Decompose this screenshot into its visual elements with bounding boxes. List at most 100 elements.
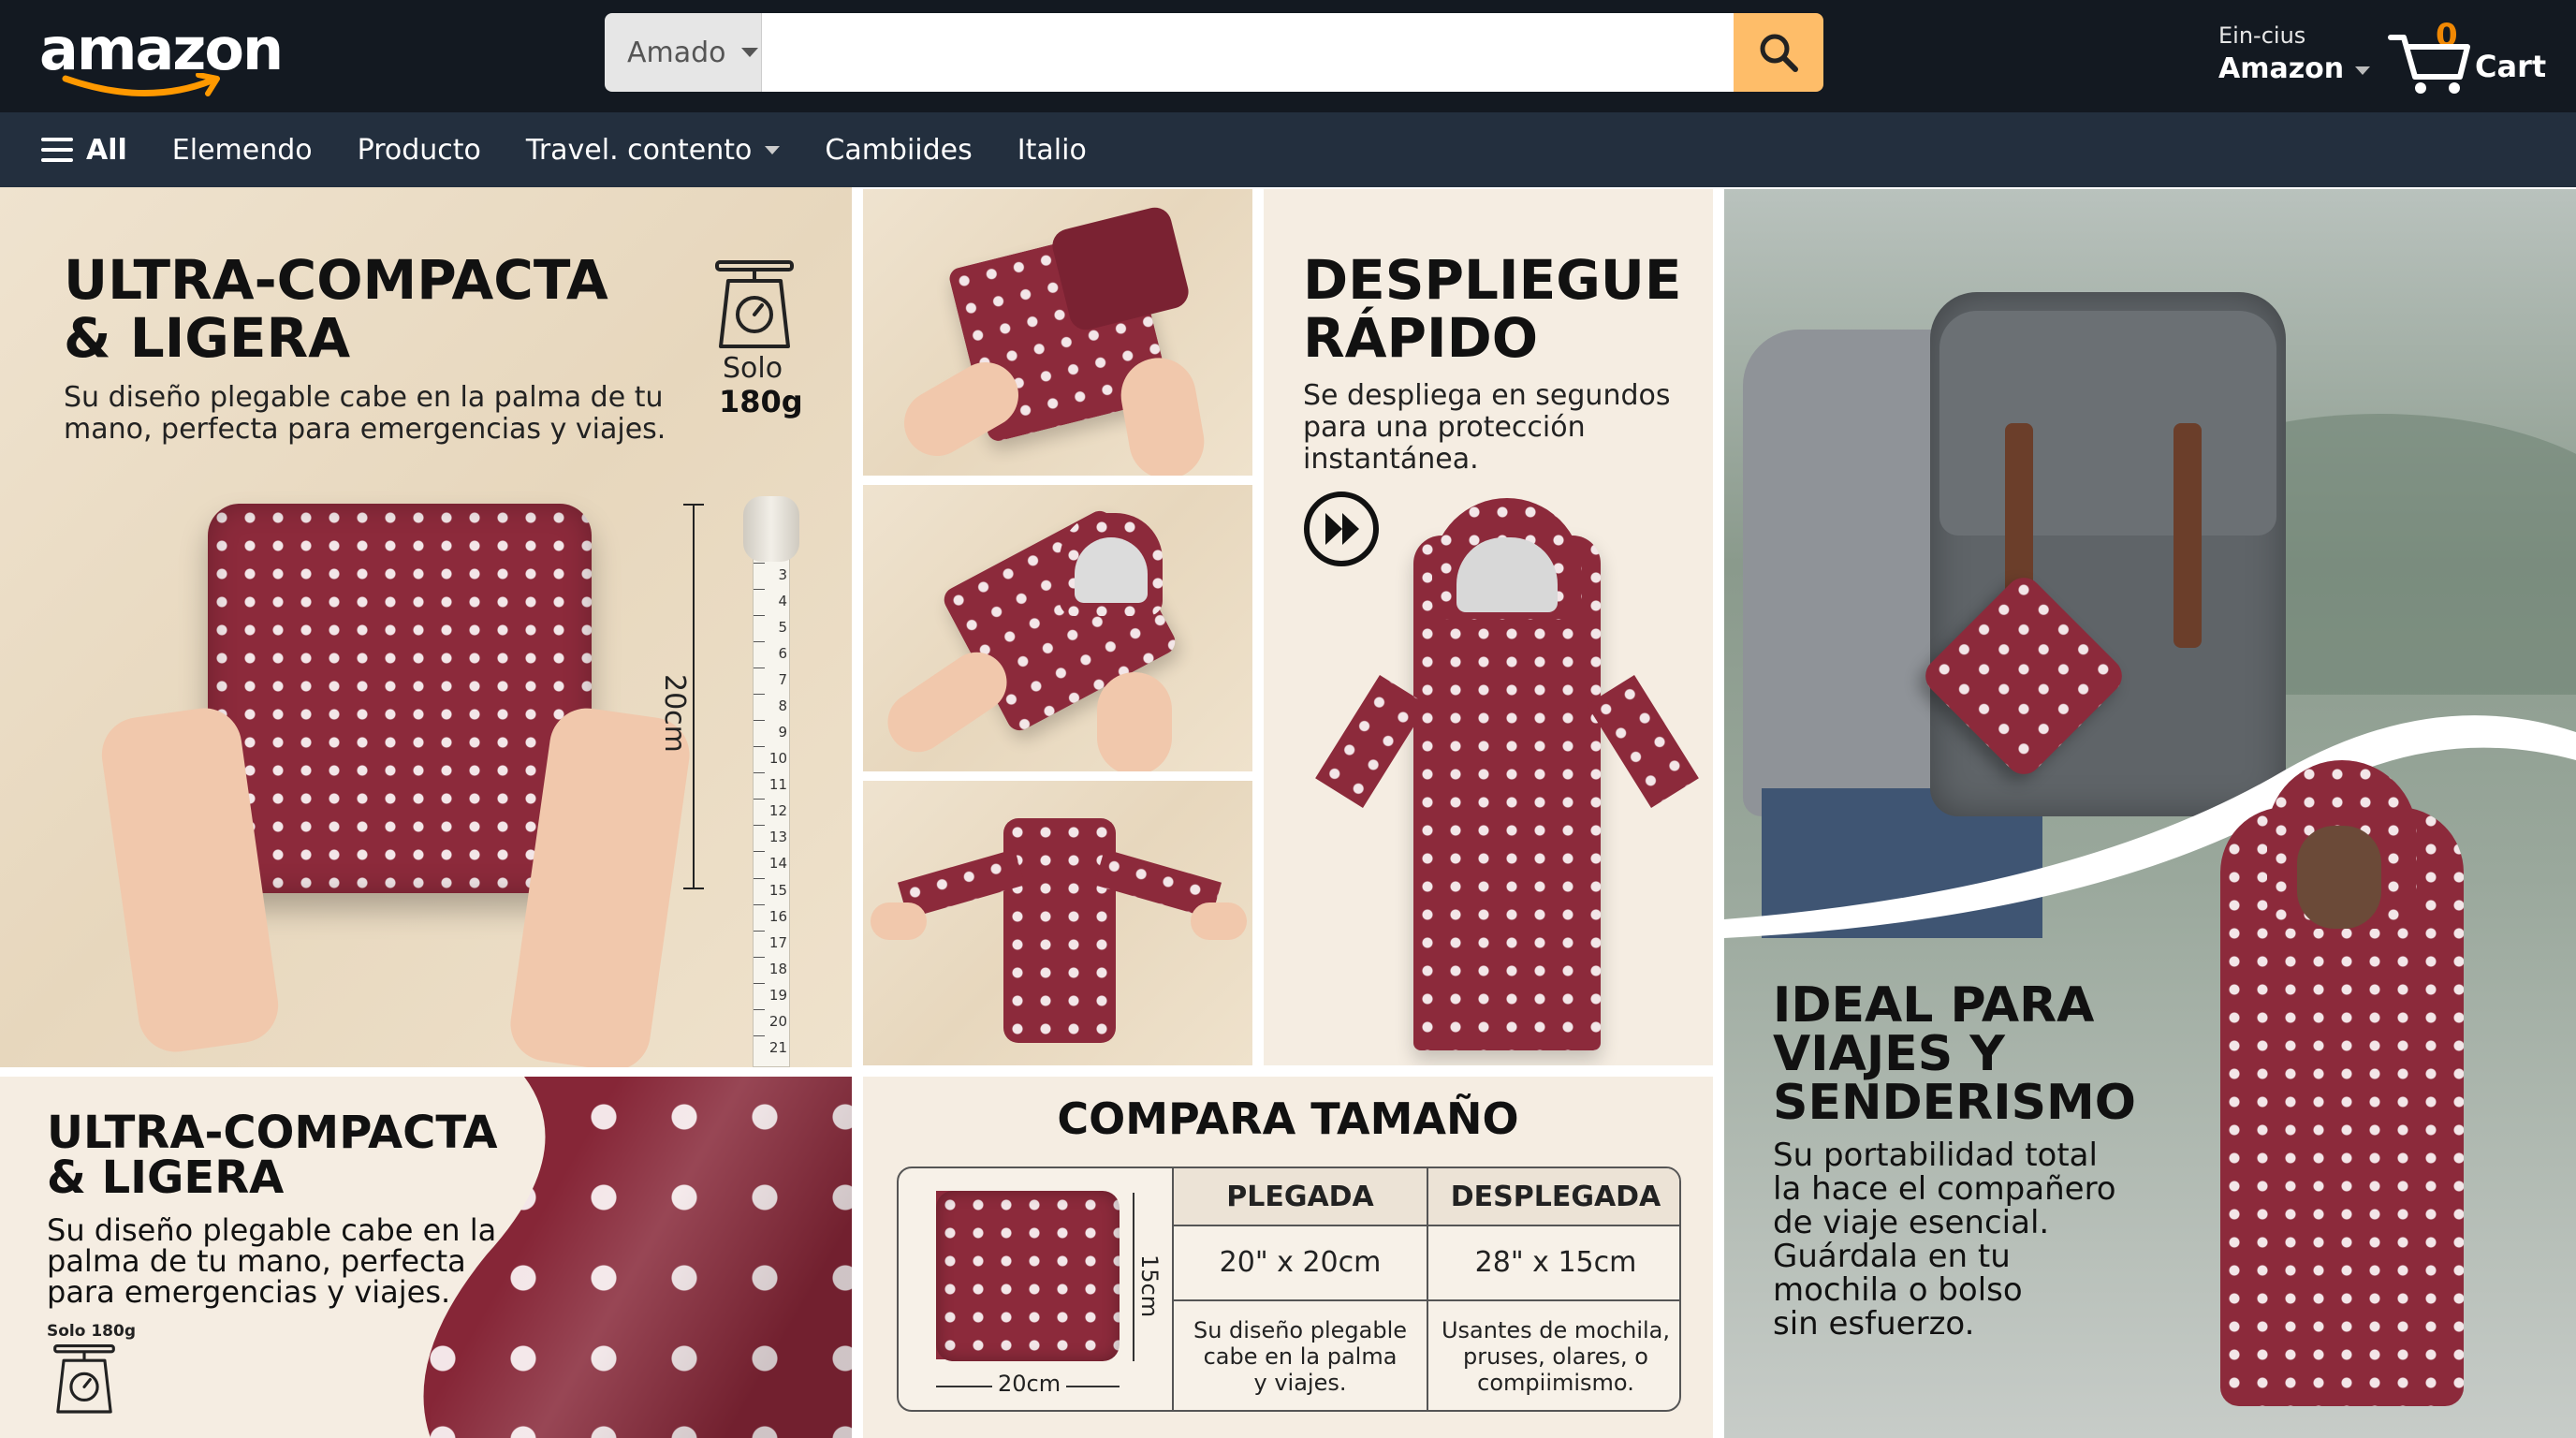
panel-ultra-compact-fabric: ULTRA-COMPACTA & LIGERA Su diseño plegab… — [0, 1077, 852, 1438]
tape-number: 9 — [778, 724, 787, 741]
cart-button[interactable]: 0 Cart — [2387, 17, 2546, 94]
search-icon — [1760, 34, 1798, 72]
compare-title: COMPARA TAMAÑO — [1057, 1093, 1519, 1144]
tape-tick — [754, 615, 765, 617]
tape-tick — [754, 877, 765, 879]
raincoat-left-sleeve — [1315, 674, 1427, 809]
weight-value: 180g — [719, 384, 803, 419]
description-line: sin esfuerzo. — [1773, 1305, 1975, 1343]
dimension-cap-top — [683, 504, 704, 506]
panel-description: Su portabilidad total la hace el compañe… — [1773, 1138, 2116, 1341]
col-desplegada-header: DESPLEGADA — [1427, 1168, 1679, 1225]
search-category-label: Amado — [627, 36, 726, 69]
tape-tick — [754, 799, 765, 800]
top-header: amazon Amado Ein-cius Amazon 0 Cart — [0, 0, 2576, 112]
nav-item-elemendo[interactable]: Elemendo — [172, 134, 313, 167]
description-line: mano, perfecta para emergencias y viajes… — [64, 413, 666, 446]
title-line: & LIGERA — [64, 306, 351, 370]
description-line: instantánea. — [1303, 443, 1479, 476]
description-line: mochila o bolso — [1773, 1271, 2023, 1309]
tape-number: 18 — [768, 960, 787, 977]
description-line: para emergencias y viajes. — [47, 1274, 451, 1310]
tape-tick — [754, 825, 765, 827]
tape-tick — [754, 1034, 765, 1036]
raincoat-right-sleeve — [1587, 674, 1699, 809]
description-line: para una protección — [1303, 411, 1586, 444]
tape-number: 8 — [778, 697, 787, 715]
account-label: Amazon — [2218, 52, 2345, 85]
title-line: SENDERISMO — [1773, 1075, 2136, 1131]
height-dimension-line — [1133, 1193, 1134, 1361]
account-menu[interactable]: Ein-cius Amazon — [2218, 22, 2371, 85]
account-greeting: Ein-cius — [2218, 22, 2306, 49]
nav-item-producto[interactable]: Producto — [358, 134, 481, 167]
backpack-strap — [2174, 423, 2202, 648]
title-line: DESPLIEGUE — [1303, 248, 1682, 312]
panel-description: Su diseño plegable cabe en la palma de t… — [64, 382, 666, 446]
search-input[interactable] — [762, 13, 1734, 92]
tape-tick — [754, 903, 765, 905]
scale-icon — [53, 1344, 115, 1414]
search-category-select[interactable]: Amado — [605, 13, 762, 92]
title-line: IDEAL PARA — [1773, 977, 2095, 1034]
tape-tick — [754, 746, 765, 748]
compare-table: 15cm 20cm PLEGADA DESPLEGADA 20" x 20cm … — [897, 1167, 1681, 1412]
fold-step-2 — [863, 485, 1252, 771]
nav-all-button[interactable]: All — [41, 134, 127, 167]
chevron-down-icon — [740, 48, 758, 57]
tape-number: 15 — [768, 881, 787, 899]
tape-number: 12 — [768, 802, 787, 820]
desc-line: y viajes. — [1253, 1370, 1347, 1396]
hand — [1097, 672, 1172, 771]
menu-icon — [41, 138, 73, 162]
size-value: 28" x 15cm — [1474, 1245, 1637, 1279]
table-divider — [1172, 1225, 1679, 1226]
tape-number: 19 — [768, 986, 787, 1004]
desc-line: compiimismo. — [1477, 1370, 1634, 1396]
description-line: Guárdala en tu — [1773, 1238, 2011, 1275]
cart-icon — [2388, 35, 2470, 94]
height-dimension-label: 15cm — [1136, 1255, 1163, 1318]
tape-tick — [754, 982, 765, 984]
description-line: la hace el compañero — [1773, 1170, 2116, 1208]
backpack-flap — [1939, 311, 2276, 536]
weight-label: Solo 180g — [47, 1322, 137, 1341]
tape-tick — [754, 589, 765, 591]
col-header-label: PLEGADA — [1226, 1180, 1374, 1213]
tape-number: 13 — [768, 829, 787, 846]
tape-tick — [754, 930, 765, 932]
panel-description: Se despliega en segundos para una protec… — [1303, 380, 1671, 476]
nav-bar: All Elemendo Producto Travel. contento C… — [0, 112, 2576, 187]
tape-tick — [754, 641, 765, 643]
panel-title: ULTRA-COMPACTA & LIGERA — [47, 1110, 498, 1200]
description-line: de viaje esencial. — [1773, 1204, 2050, 1241]
tape-tick — [754, 720, 765, 722]
desc-line: pruses, olares, o — [1463, 1343, 1648, 1370]
scale-icon — [715, 260, 794, 348]
description-line: Su diseño plegable cabe en la — [47, 1212, 497, 1248]
col-header-label: DESPLEGADA — [1450, 1180, 1661, 1213]
desc-line: Su diseño plegable — [1193, 1317, 1408, 1343]
tape-tick — [754, 1008, 765, 1010]
tape-tick — [754, 956, 765, 958]
dimension-line — [693, 504, 695, 889]
tape-number: 10 — [768, 750, 787, 768]
panel-description: Su diseño plegable cabe en la palma de t… — [47, 1215, 496, 1308]
dimension-label: 20cm — [658, 674, 691, 753]
tape-tick — [754, 851, 765, 853]
amazon-logo[interactable]: amazon — [39, 13, 284, 97]
panel-travel: IDEAL PARA VIAJES Y SENDERISMO Su portab… — [1724, 189, 2576, 1438]
tape-number: 20 — [768, 1012, 787, 1030]
description-line: Su diseño plegable cabe en la palma de t… — [64, 381, 664, 414]
nav-item-cambiides[interactable]: Cambiides — [825, 134, 972, 167]
col-plegada-header: PLEGADA — [1172, 1168, 1427, 1225]
size-value: 20" x 20cm — [1219, 1245, 1382, 1279]
nav-item-travel-contento[interactable]: Travel. contento — [526, 134, 781, 167]
col-plegada-desc: Su diseño plegable cabe en la palma y vi… — [1172, 1299, 1427, 1410]
tape-number: 5 — [778, 619, 787, 637]
nav-item-italio[interactable]: Italio — [1017, 134, 1087, 167]
tape-number: 21 — [768, 1038, 787, 1056]
search-button[interactable] — [1734, 13, 1823, 92]
pouch-illustration — [936, 1191, 1120, 1361]
hood-lining — [1075, 537, 1148, 603]
